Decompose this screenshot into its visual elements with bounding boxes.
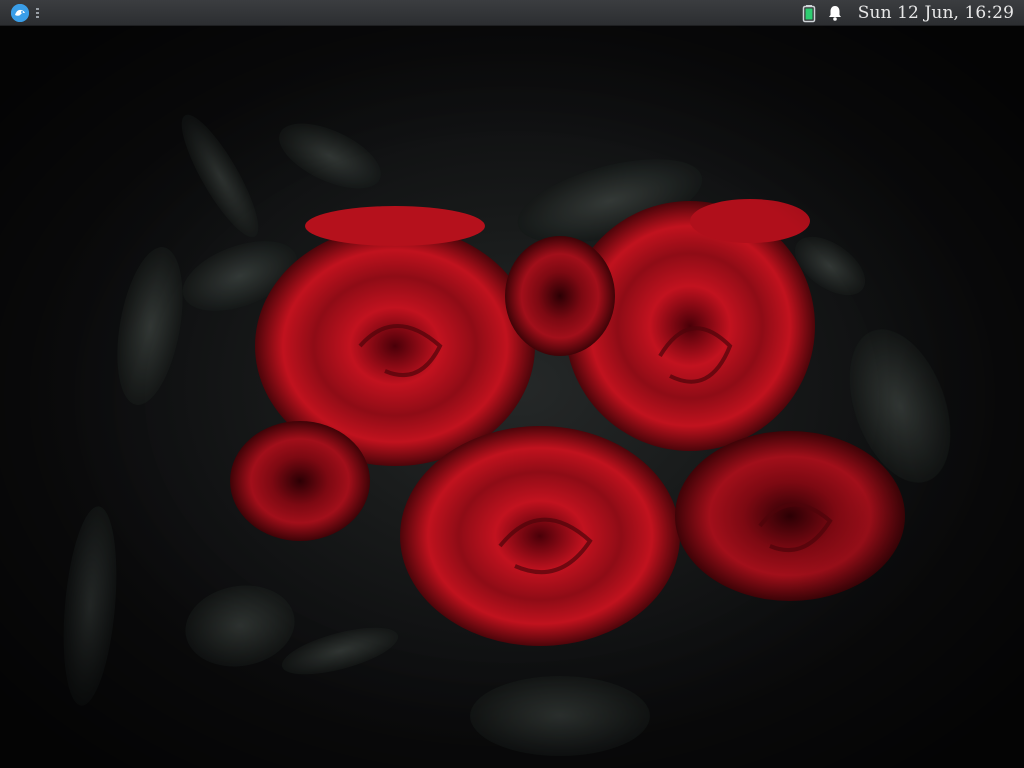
- launcher-glyph: [11, 4, 29, 22]
- red-roses-wallpaper: [0, 26, 1024, 768]
- wallpaper: [0, 26, 1024, 768]
- panel-handle-icon[interactable]: [36, 8, 40, 18]
- desktop: Sun 12 Jun, 16:29: [0, 0, 1024, 768]
- clock[interactable]: Sun 12 Jun, 16:29: [858, 3, 1014, 23]
- battery-icon[interactable]: [798, 3, 820, 23]
- app-launcher-icon[interactable]: [11, 4, 29, 22]
- top-panel: Sun 12 Jun, 16:29: [0, 0, 1024, 26]
- system-tray: Sun 12 Jun, 16:29: [798, 0, 1024, 26]
- bell-icon[interactable]: [824, 3, 846, 23]
